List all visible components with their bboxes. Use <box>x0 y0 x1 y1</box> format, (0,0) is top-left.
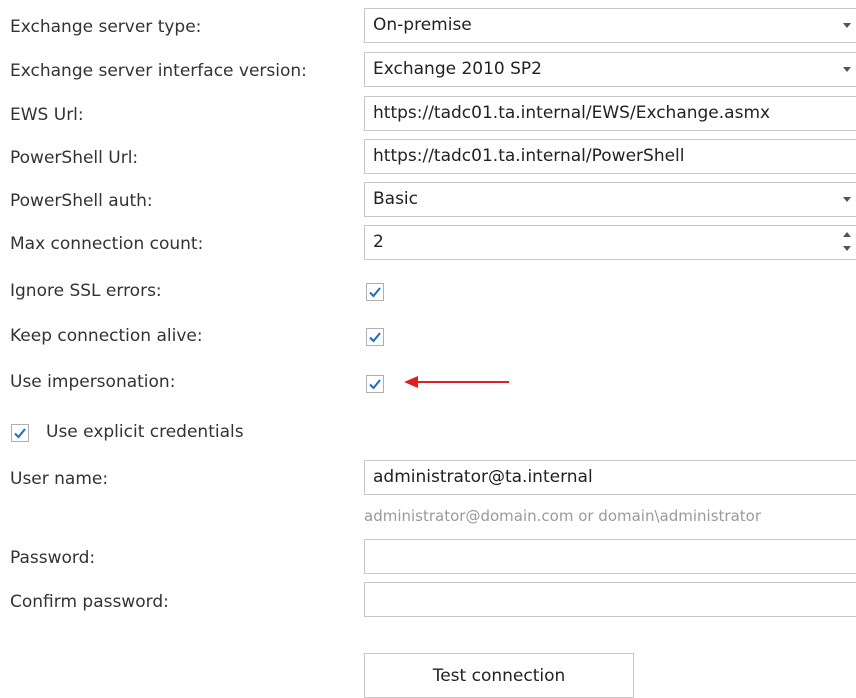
impersonation-label: Use impersonation: <box>10 372 176 392</box>
server-type-value: On-premise <box>373 15 472 35</box>
user-name-value: administrator@ta.internal <box>373 467 593 487</box>
powershell-auth-label: PowerShell auth: <box>10 191 153 211</box>
interface-version-value: Exchange 2010 SP2 <box>373 59 542 79</box>
explicit-credentials-checkbox[interactable] <box>11 424 29 442</box>
powershell-url-label: PowerShell Url: <box>10 148 139 168</box>
spin-up-icon[interactable] <box>843 232 851 237</box>
user-name-input[interactable]: administrator@ta.internal <box>364 460 856 495</box>
confirm-password-label: Confirm password: <box>10 592 169 612</box>
chevron-down-icon <box>843 67 851 72</box>
ews-url-input[interactable]: https://tadc01.ta.internal/EWS/Exchange.… <box>364 96 856 131</box>
keep-alive-label: Keep connection alive: <box>10 326 203 346</box>
powershell-auth-select[interactable]: Basic <box>364 182 856 217</box>
max-connection-stepper[interactable]: 2 <box>364 225 856 260</box>
ews-url-value: https://tadc01.ta.internal/EWS/Exchange.… <box>373 103 771 123</box>
powershell-url-input[interactable]: https://tadc01.ta.internal/PowerShell <box>364 139 856 174</box>
ignore-ssl-label: Ignore SSL errors: <box>10 281 162 301</box>
max-connection-value: 2 <box>373 232 384 252</box>
user-name-label: User name: <box>10 469 109 489</box>
explicit-credentials-label[interactable]: Use explicit credentials <box>46 422 244 442</box>
red-arrow-annotation-icon <box>404 376 509 388</box>
powershell-url-value: https://tadc01.ta.internal/PowerShell <box>373 146 685 166</box>
ignore-ssl-checkbox[interactable] <box>366 283 384 301</box>
checkmark-icon <box>369 379 381 390</box>
checkmark-icon <box>14 428 26 439</box>
impersonation-checkbox[interactable] <box>366 375 384 393</box>
checkmark-icon <box>369 287 381 298</box>
server-type-select[interactable]: On-premise <box>364 8 856 43</box>
user-name-hint: administrator@domain.com or domain\admin… <box>364 507 761 525</box>
chevron-down-icon <box>843 23 851 28</box>
chevron-down-icon <box>843 197 851 202</box>
server-type-label: Exchange server type: <box>10 17 202 37</box>
spin-down-icon[interactable] <box>843 246 851 251</box>
test-connection-button[interactable]: Test connection <box>364 653 634 698</box>
interface-version-label: Exchange server interface version: <box>10 61 307 81</box>
checkmark-icon <box>369 332 381 343</box>
max-connection-label: Max connection count: <box>10 234 204 254</box>
interface-version-select[interactable]: Exchange 2010 SP2 <box>364 52 856 87</box>
password-label: Password: <box>10 548 96 568</box>
powershell-auth-value: Basic <box>373 189 419 209</box>
keep-alive-checkbox[interactable] <box>366 328 384 346</box>
password-input[interactable] <box>364 539 856 574</box>
confirm-password-input[interactable] <box>364 582 856 617</box>
ews-url-label: EWS Url: <box>10 105 84 125</box>
